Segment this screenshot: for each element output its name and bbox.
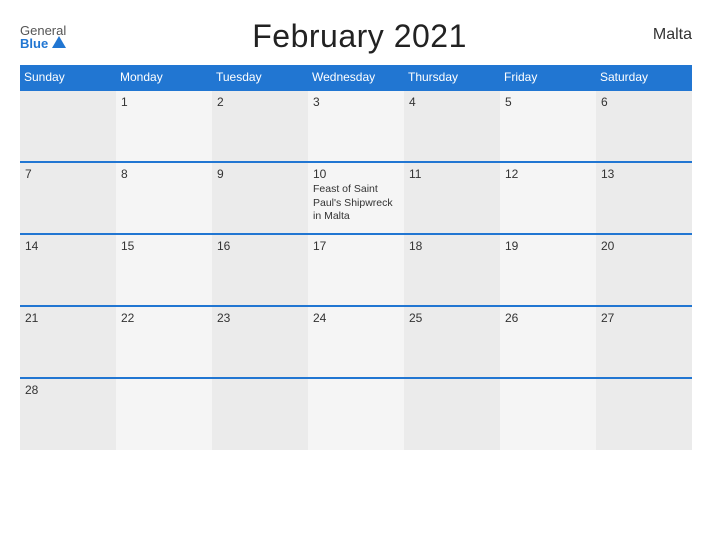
calendar-cell: 17 bbox=[308, 234, 404, 306]
calendar-cell bbox=[500, 378, 596, 450]
calendar-cell: 14 bbox=[20, 234, 116, 306]
calendar-cell bbox=[212, 378, 308, 450]
calendar-row-0: 123456 bbox=[20, 90, 692, 162]
calendar-title: February 2021 bbox=[252, 18, 467, 55]
calendar-cell: 8 bbox=[116, 162, 212, 234]
day-number: 25 bbox=[409, 311, 495, 325]
calendar-cell: 23 bbox=[212, 306, 308, 378]
day-number: 15 bbox=[121, 239, 207, 253]
calendar-table: Sunday Monday Tuesday Wednesday Thursday… bbox=[20, 65, 692, 450]
day-number: 18 bbox=[409, 239, 495, 253]
day-number: 17 bbox=[313, 239, 399, 253]
calendar-cell: 20 bbox=[596, 234, 692, 306]
calendar-cell: 6 bbox=[596, 90, 692, 162]
header: General Blue February 2021 Malta bbox=[20, 18, 692, 55]
day-number: 20 bbox=[601, 239, 687, 253]
calendar-row-4: 28 bbox=[20, 378, 692, 450]
calendar-cell bbox=[404, 378, 500, 450]
calendar-cell: 5 bbox=[500, 90, 596, 162]
calendar-row-2: 14 15 16 17 18 19 20 bbox=[20, 234, 692, 306]
calendar-cell: 16 bbox=[212, 234, 308, 306]
day-number: 22 bbox=[121, 311, 207, 325]
day-number: 1 bbox=[121, 95, 207, 109]
calendar-row-1: 789 10 Feast of Saint Paul's Shipwreck in … bbox=[20, 162, 692, 234]
day-number: 4 bbox=[409, 95, 495, 109]
calendar-cell: 26 bbox=[500, 306, 596, 378]
day-number: 26 bbox=[505, 311, 591, 325]
day-number: 6 bbox=[601, 95, 687, 109]
calendar-row-3: 21 22 23 24 25 26 27 bbox=[20, 306, 692, 378]
day-number: 2 bbox=[217, 95, 303, 109]
calendar-cell: 22 bbox=[116, 306, 212, 378]
logo: General Blue bbox=[20, 24, 66, 50]
calendar-cell: 12 bbox=[500, 162, 596, 234]
calendar-cell: 27 bbox=[596, 306, 692, 378]
day-number: 16 bbox=[217, 239, 303, 253]
logo-general-text: General bbox=[20, 24, 66, 37]
calendar-cell: 2 bbox=[212, 90, 308, 162]
day-number: 5 bbox=[505, 95, 591, 109]
calendar-cell: 21 bbox=[20, 306, 116, 378]
calendar-cell bbox=[596, 378, 692, 450]
day-number: 28 bbox=[25, 383, 111, 397]
calendar-cell: 18 bbox=[404, 234, 500, 306]
header-monday: Monday bbox=[116, 65, 212, 90]
day-number: 13 bbox=[601, 167, 687, 181]
calendar-cell: 3 bbox=[308, 90, 404, 162]
calendar-cell: 24 bbox=[308, 306, 404, 378]
header-wednesday: Wednesday bbox=[308, 65, 404, 90]
calendar-page: General Blue February 2021 Malta Sunday … bbox=[0, 0, 712, 550]
day-number: 3 bbox=[313, 95, 399, 109]
calendar-cell: 15 bbox=[116, 234, 212, 306]
calendar-cell bbox=[116, 378, 212, 450]
day-number: 19 bbox=[505, 239, 591, 253]
calendar-cell: 13 bbox=[596, 162, 692, 234]
day-number: 9 bbox=[217, 167, 303, 181]
calendar-cell: 28 bbox=[20, 378, 116, 450]
header-friday: Friday bbox=[500, 65, 596, 90]
calendar-cell: 10 Feast of Saint Paul's Shipwreck in Mal… bbox=[308, 162, 404, 234]
calendar-cell bbox=[308, 378, 404, 450]
day-number: 21 bbox=[25, 311, 111, 325]
calendar-cell: 11 bbox=[404, 162, 500, 234]
logo-blue-text: Blue bbox=[20, 37, 48, 50]
day-number: 27 bbox=[601, 311, 687, 325]
country-label: Malta bbox=[653, 26, 692, 44]
calendar-cell: 7 bbox=[20, 162, 116, 234]
header-tuesday: Tuesday bbox=[212, 65, 308, 90]
calendar-cell: 9 bbox=[212, 162, 308, 234]
calendar-cell: 19 bbox=[500, 234, 596, 306]
day-number: 24 bbox=[313, 311, 399, 325]
header-thursday: Thursday bbox=[404, 65, 500, 90]
day-number: 7 bbox=[25, 167, 111, 181]
calendar-cell bbox=[20, 90, 116, 162]
days-header-row: Sunday Monday Tuesday Wednesday Thursday… bbox=[20, 65, 692, 90]
calendar-cell: 25 bbox=[404, 306, 500, 378]
header-sunday: Sunday bbox=[20, 65, 116, 90]
calendar-cell: 4 bbox=[404, 90, 500, 162]
event-label: Feast of Saint Paul's Shipwreck in Malta bbox=[313, 183, 399, 224]
logo-triangle-icon bbox=[52, 36, 66, 48]
header-saturday: Saturday bbox=[596, 65, 692, 90]
day-number: 12 bbox=[505, 167, 591, 181]
calendar-cell: 1 bbox=[116, 90, 212, 162]
day-number: 14 bbox=[25, 239, 111, 253]
day-number: 10 bbox=[313, 167, 399, 181]
day-number: 8 bbox=[121, 167, 207, 181]
day-number: 23 bbox=[217, 311, 303, 325]
day-number: 11 bbox=[409, 167, 495, 181]
